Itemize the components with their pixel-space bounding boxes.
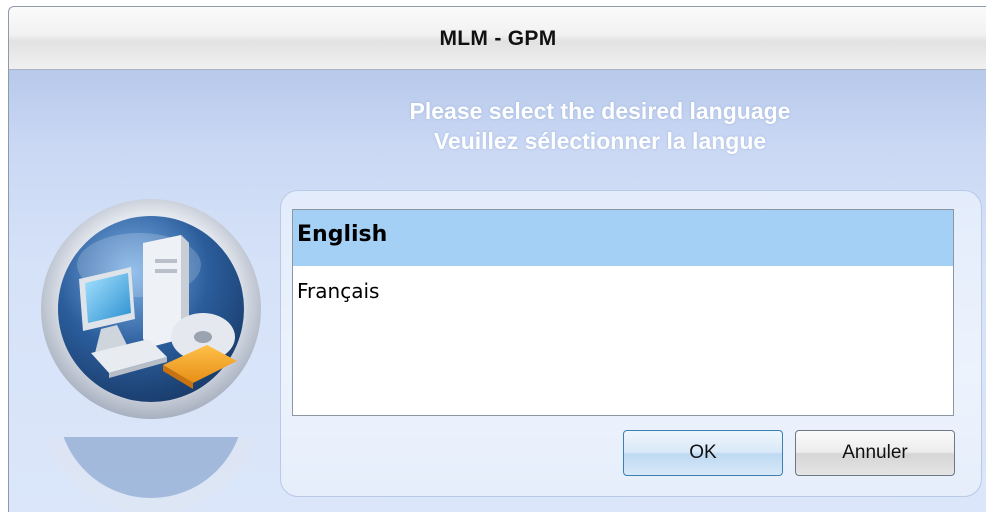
window-title: MLM - GPM: [439, 27, 557, 50]
language-option-french[interactable]: Français: [293, 266, 953, 316]
logo-reflection: [31, 437, 271, 512]
prompt-french: Veuillez sélectionner la langue: [433, 128, 767, 154]
computer-icon: [41, 199, 261, 419]
ok-button[interactable]: OK: [623, 430, 783, 476]
language-listbox[interactable]: English Français: [292, 209, 954, 416]
title-bar[interactable]: MLM - GPM: [9, 7, 986, 70]
prompt-english: Please select the desired language: [409, 98, 791, 124]
language-option-english[interactable]: English: [293, 210, 953, 266]
cancel-button[interactable]: Annuler: [795, 430, 955, 476]
